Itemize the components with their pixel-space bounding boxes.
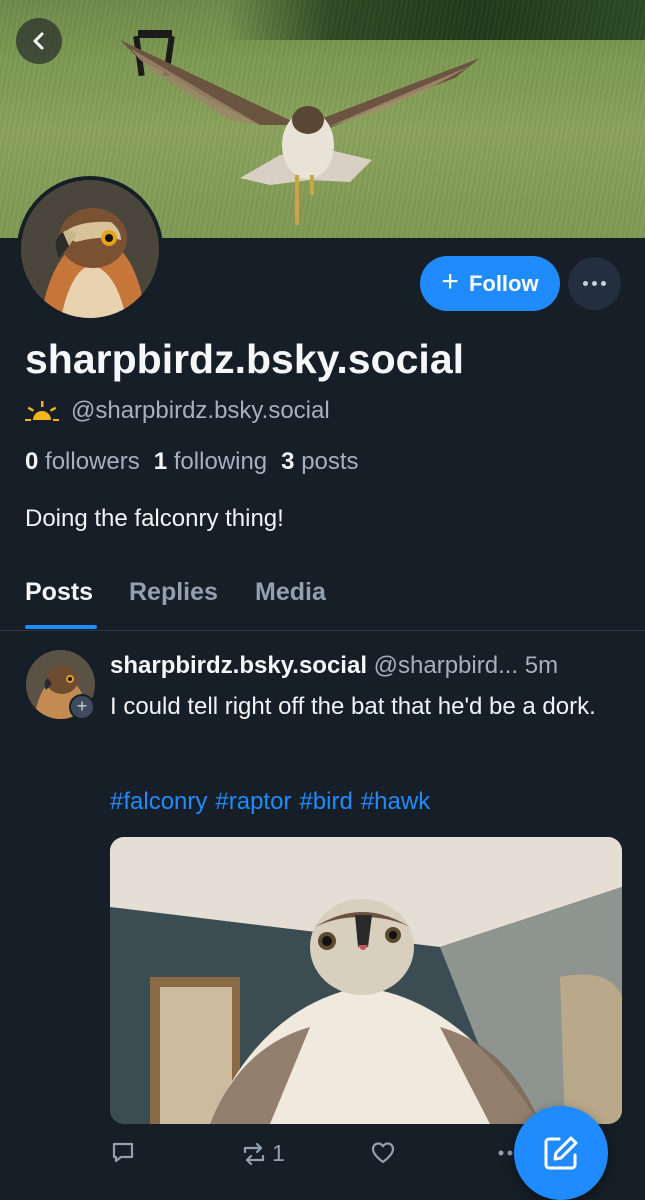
post-author-handle[interactable]: @sharpbird... [374,652,518,679]
follow-plus-icon[interactable]: + [69,694,95,720]
following-count: 1 [153,448,168,475]
following-stat[interactable]: 1 following [154,448,267,476]
posts-label: posts [301,448,359,475]
followers-label: followers [45,448,140,475]
compose-button[interactable] [514,1106,608,1200]
follow-label: Follow [468,270,539,296]
tab-posts[interactable]: Posts [25,578,93,607]
post-author-name[interactable]: sharpbirdz.bsky.social [110,652,367,679]
active-tab-indicator [25,625,97,629]
post-header: sharpbirdz.bsky.social @sharpbird... 5m [110,652,625,680]
banner-hawk-image [120,30,480,225]
reply-button[interactable] [110,1140,140,1166]
hashtag-link[interactable]: #raptor [215,788,291,816]
posts-stat: 3 posts [281,448,358,476]
profile-avatar[interactable] [17,176,163,322]
hawk-closeup-photo [110,837,622,1124]
followers-stat[interactable]: 0 followers [25,448,140,476]
profile-stats: 0 followers 1 following 3 posts [25,448,359,476]
profile-bio: Doing the falconry thing! [25,505,284,532]
post-time: 5m [524,652,559,679]
hashtag-link[interactable]: #bird [299,788,352,816]
post-hashtags: #falconry #raptor #bird #hawk [110,788,430,816]
follow-button[interactable]: + Follow [420,256,560,311]
profile-handle-row: @sharpbirdz.bsky.social [25,397,330,425]
ellipsis-dot [601,281,606,286]
ellipsis-icon [583,281,588,286]
sunrise-icon [25,401,59,421]
post-text: I could tell right off the bat that he'd… [110,693,596,720]
profile-tabs: Posts Replies Media [0,570,645,631]
hashtag-link[interactable]: #hawk [361,788,430,816]
tab-media[interactable]: Media [255,578,326,607]
back-button[interactable] [16,18,62,64]
reply-icon [112,1142,134,1163]
hawk-portrait [21,180,159,318]
chevron-left-icon [33,32,44,50]
more-options-button[interactable] [568,257,621,310]
repost-button[interactable]: 1 [240,1140,285,1167]
like-button[interactable] [370,1140,400,1166]
following-label: following [173,448,268,475]
tab-replies[interactable]: Replies [129,578,218,607]
hashtag-link[interactable]: #falconry [110,788,207,816]
repost-icon [243,1142,265,1165]
avatar-image [21,180,159,318]
posts-count: 3 [281,448,295,475]
plus-icon: + [441,265,459,298]
post-image[interactable] [110,837,622,1124]
profile-display-name: sharpbirdz.bsky.social [25,336,465,382]
post-actions: 1 [110,1140,530,1180]
compose-icon [544,1136,578,1170]
ellipsis-dot [592,281,597,286]
heart-icon [371,1142,395,1164]
repost-count: 1 [272,1140,285,1166]
followers-count: 0 [25,448,39,475]
profile-handle: @sharpbirdz.bsky.social [71,397,330,424]
